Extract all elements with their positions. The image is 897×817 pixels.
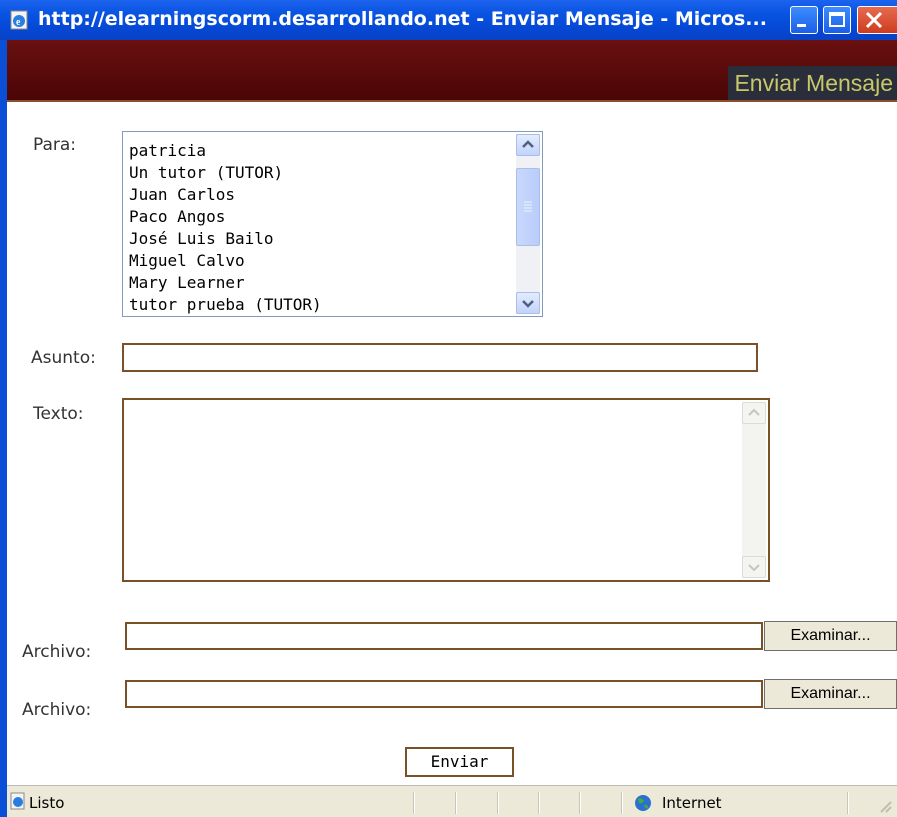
archivo-input-1[interactable] [125, 622, 763, 650]
status-divider [455, 792, 457, 814]
chevron-up-icon [522, 140, 534, 148]
recipients-list: patricia Un tutor (TUTOR) Juan Carlos Pa… [129, 140, 519, 316]
list-item[interactable]: José Luis Bailo [129, 228, 519, 250]
scroll-thumb[interactable] [516, 168, 540, 246]
status-divider [413, 792, 415, 814]
scroll-down-button[interactable] [742, 556, 766, 578]
svg-text:e: e [16, 17, 21, 28]
minimize-button[interactable] [790, 6, 818, 34]
ie-page-icon [10, 792, 25, 810]
scroll-up-button[interactable] [516, 134, 540, 156]
maximize-icon [829, 12, 845, 27]
texto-label: Texto: [33, 404, 84, 424]
asunto-input[interactable] [122, 343, 758, 372]
scroll-down-button[interactable] [516, 292, 540, 314]
scroll-up-button[interactable] [742, 402, 766, 424]
list-item[interactable]: patricia [129, 140, 519, 162]
texto-textarea[interactable] [122, 398, 770, 582]
examinar-button-2[interactable]: Examinar... [764, 679, 897, 709]
list-item[interactable]: Un tutor (TUTOR) [129, 162, 519, 184]
grip-icon [524, 201, 532, 212]
list-item[interactable]: Paco Angos [129, 206, 519, 228]
header-divider [7, 100, 897, 102]
window-frame-left [0, 40, 7, 817]
examinar-button-1[interactable]: Examinar... [764, 621, 897, 651]
status-divider [538, 792, 540, 814]
close-icon [865, 11, 883, 29]
title-bar[interactable]: e http://elearningscorm.desarrollando.ne… [0, 0, 897, 40]
list-item[interactable]: Mary Learner [129, 272, 519, 294]
para-label: Para: [33, 135, 77, 155]
textarea-scrollbar[interactable] [742, 402, 766, 578]
status-divider [497, 792, 499, 814]
status-divider [579, 792, 581, 814]
status-divider [621, 792, 623, 814]
globe-icon [635, 795, 651, 811]
close-button[interactable] [857, 6, 897, 34]
resize-grip-icon[interactable] [877, 798, 893, 814]
status-bar: Listo Internet [7, 785, 897, 817]
window-title: http://elearningscorm.desarrollando.net … [38, 8, 767, 30]
archivo-input-2[interactable] [125, 680, 763, 708]
enviar-button[interactable]: Enviar [405, 747, 514, 777]
archivo-label-2: Archivo: [22, 700, 92, 720]
archivo-label-1: Archivo: [22, 642, 92, 662]
listbox-scrollbar[interactable] [516, 134, 540, 314]
asunto-label: Asunto: [31, 348, 96, 368]
list-item[interactable]: Juan Carlos [129, 184, 519, 206]
chevron-down-icon [522, 300, 534, 308]
browser-window: e http://elearningscorm.desarrollando.ne… [0, 0, 897, 817]
zone-text: Internet [662, 794, 722, 812]
status-divider [847, 792, 849, 814]
list-item[interactable]: Miguel Calvo [129, 250, 519, 272]
list-item[interactable]: tutor prueba (TUTOR) [129, 294, 519, 316]
chevron-up-icon [748, 408, 760, 416]
minimize-icon [797, 24, 806, 27]
maximize-button[interactable] [823, 6, 851, 34]
status-text: Listo [29, 794, 65, 812]
page-title: Enviar Mensaje [728, 66, 897, 100]
recipients-listbox[interactable]: patricia Un tutor (TUTOR) Juan Carlos Pa… [122, 131, 543, 317]
ie-page-icon: e [10, 10, 28, 30]
chevron-down-icon [748, 564, 760, 572]
